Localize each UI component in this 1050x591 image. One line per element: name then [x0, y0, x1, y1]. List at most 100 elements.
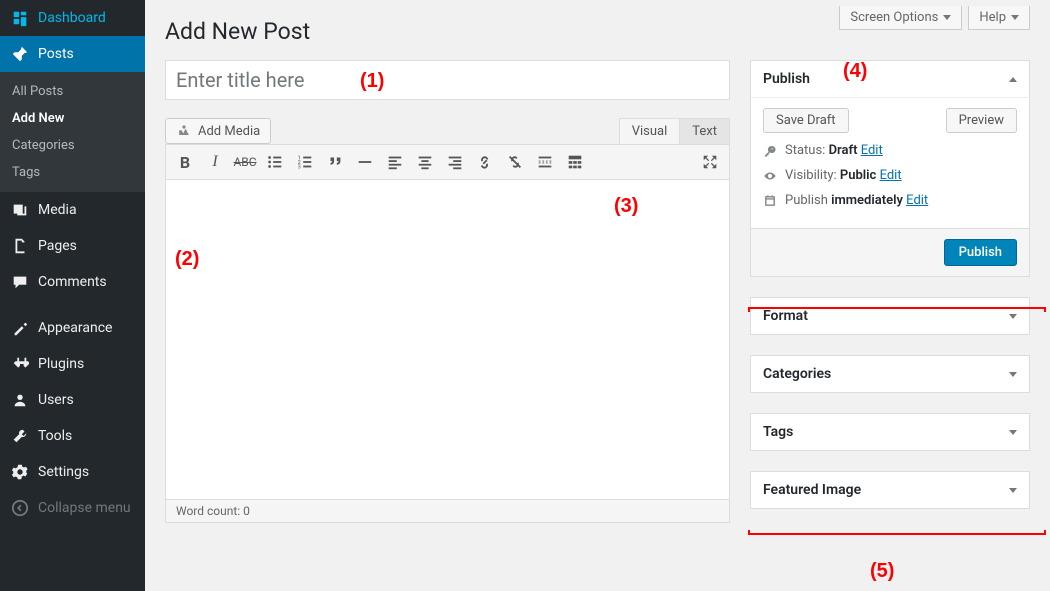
- blockquote-button[interactable]: [321, 148, 349, 176]
- calendar-icon: [763, 194, 777, 208]
- submenu-add-new[interactable]: Add New: [0, 105, 145, 132]
- publish-metabox: Publish Save Draft Preview Status: Draft…: [750, 60, 1030, 277]
- menu-label: Plugins: [38, 356, 84, 372]
- menu-media[interactable]: Media: [0, 192, 145, 228]
- chevron-up-icon: [1009, 77, 1017, 82]
- status-row: Status: Draft Edit: [763, 143, 1017, 158]
- add-media-label: Add Media: [198, 124, 260, 139]
- chevron-down-icon: [1009, 372, 1017, 377]
- menu-users[interactable]: Users: [0, 382, 145, 418]
- readmore-button[interactable]: [531, 148, 559, 176]
- strikethrough-button[interactable]: ABC: [231, 148, 259, 176]
- collapse-label: Collapse menu: [38, 500, 131, 516]
- media-icon: [176, 123, 192, 139]
- help-button[interactable]: Help: [968, 6, 1030, 30]
- edit-status-link[interactable]: Edit: [861, 143, 883, 158]
- plugins-icon: [10, 354, 30, 374]
- dashboard-icon: [10, 8, 30, 28]
- menu-label: Comments: [38, 274, 107, 290]
- chevron-down-icon: [1009, 430, 1017, 435]
- menu-label: Posts: [38, 46, 74, 62]
- settings-icon: [10, 462, 30, 482]
- menu-settings[interactable]: Settings: [0, 454, 145, 490]
- chevron-down-icon: [1009, 314, 1017, 319]
- collapse-menu[interactable]: Collapse menu: [0, 490, 145, 526]
- svg-text:3: 3: [298, 164, 301, 170]
- eye-icon: [763, 169, 777, 183]
- menu-label: Dashboard: [38, 10, 106, 26]
- admin-sidebar: Dashboard Posts All Posts Add New Catego…: [0, 0, 145, 591]
- submenu-tags[interactable]: Tags: [0, 159, 145, 186]
- link-button[interactable]: [471, 148, 499, 176]
- preview-button[interactable]: Preview: [946, 108, 1017, 133]
- align-left-button[interactable]: [381, 148, 409, 176]
- fullscreen-button[interactable]: [696, 148, 724, 176]
- menu-tools[interactable]: Tools: [0, 418, 145, 454]
- main-content: Screen Options Help Add New Post Add Med…: [145, 0, 1050, 591]
- format-metabox: Format: [750, 297, 1030, 335]
- menu-plugins[interactable]: Plugins: [0, 346, 145, 382]
- tab-text[interactable]: Text: [679, 119, 729, 144]
- screen-options-button[interactable]: Screen Options: [839, 6, 962, 30]
- tags-metabox: Tags: [750, 413, 1030, 451]
- submenu-categories[interactable]: Categories: [0, 132, 145, 159]
- bold-button[interactable]: B: [171, 148, 199, 176]
- users-icon: [10, 390, 30, 410]
- italic-button[interactable]: I: [201, 148, 229, 176]
- toolbar-toggle-button[interactable]: [561, 148, 589, 176]
- tab-visual[interactable]: Visual: [620, 119, 680, 144]
- numbered-list-button[interactable]: 123: [291, 148, 319, 176]
- media-icon: [10, 200, 30, 220]
- screen-meta-buttons: Screen Options Help: [839, 6, 1030, 30]
- publish-heading: Publish: [763, 71, 810, 87]
- menu-posts[interactable]: Posts: [0, 36, 145, 72]
- format-header[interactable]: Format: [751, 298, 1029, 334]
- posts-submenu: All Posts Add New Categories Tags: [0, 72, 145, 192]
- screen-options-label: Screen Options: [850, 10, 938, 25]
- menu-pages[interactable]: Pages: [0, 228, 145, 264]
- schedule-row: Publish immediately Edit: [763, 193, 1017, 208]
- edit-visibility-link[interactable]: Edit: [880, 168, 902, 183]
- menu-label: Users: [38, 392, 74, 408]
- sidebar-column: Publish Save Draft Preview Status: Draft…: [750, 60, 1030, 529]
- bullet-list-button[interactable]: [261, 148, 289, 176]
- chevron-down-icon: [1009, 488, 1017, 493]
- pages-icon: [10, 236, 30, 256]
- editor-tabs: Visual Text: [619, 118, 730, 144]
- chevron-down-icon: [1011, 15, 1019, 20]
- key-icon: [763, 144, 777, 158]
- save-draft-button[interactable]: Save Draft: [763, 108, 849, 133]
- submenu-all-posts[interactable]: All Posts: [0, 78, 145, 105]
- unlink-button[interactable]: [501, 148, 529, 176]
- menu-label: Appearance: [38, 320, 112, 336]
- categories-heading: Categories: [763, 366, 831, 382]
- edit-schedule-link[interactable]: Edit: [906, 193, 928, 208]
- hr-button[interactable]: [351, 148, 379, 176]
- menu-dashboard[interactable]: Dashboard: [0, 0, 145, 36]
- add-media-button[interactable]: Add Media: [165, 118, 271, 144]
- appearance-icon: [10, 318, 30, 338]
- menu-comments[interactable]: Comments: [0, 264, 145, 300]
- pin-icon: [10, 44, 30, 64]
- menu-label: Settings: [38, 464, 89, 480]
- word-count: Word count: 0: [165, 500, 730, 523]
- chevron-down-icon: [943, 15, 951, 20]
- menu-label: Tools: [38, 428, 72, 444]
- post-title-input[interactable]: [165, 60, 730, 100]
- menu-label: Media: [38, 202, 77, 218]
- publish-header[interactable]: Publish: [751, 61, 1029, 98]
- menu-appearance[interactable]: Appearance: [0, 310, 145, 346]
- featured-image-metabox: Featured Image: [750, 471, 1030, 509]
- tools-icon: [10, 426, 30, 446]
- align-right-button[interactable]: [441, 148, 469, 176]
- publish-button[interactable]: Publish: [944, 239, 1017, 266]
- format-heading: Format: [763, 308, 808, 324]
- tags-header[interactable]: Tags: [751, 414, 1029, 450]
- featured-image-header[interactable]: Featured Image: [751, 472, 1029, 508]
- categories-metabox: Categories: [750, 355, 1030, 393]
- align-center-button[interactable]: [411, 148, 439, 176]
- collapse-icon: [10, 498, 30, 518]
- featured-image-heading: Featured Image: [763, 482, 861, 498]
- editor-content-area[interactable]: [165, 180, 730, 500]
- categories-header[interactable]: Categories: [751, 356, 1029, 392]
